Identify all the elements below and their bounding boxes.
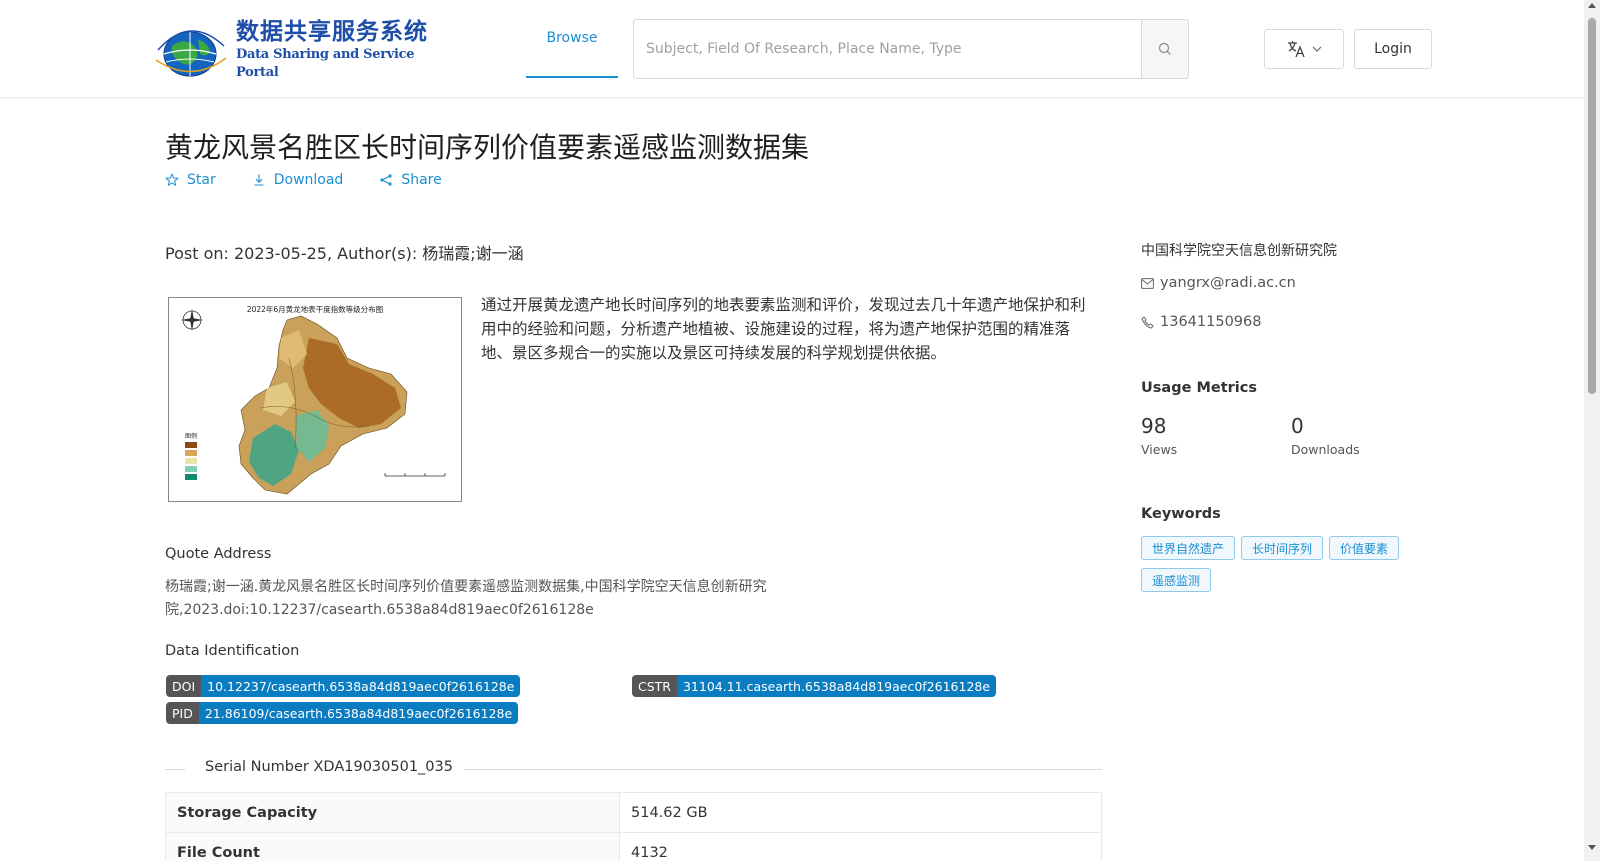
- serial-divider: Serial Number XDA19030501_035: [165, 759, 1102, 779]
- doi-badge[interactable]: DOI 10.12237/casearth.6538a84d819aec0f26…: [166, 675, 521, 697]
- downloads-metric: 0 Downloads: [1291, 414, 1360, 457]
- usage-metrics-heading: Usage Metrics: [1141, 380, 1257, 396]
- download-icon: [254, 174, 264, 186]
- views-label: Views: [1141, 442, 1178, 457]
- search-box: [633, 19, 1189, 79]
- doi-value: 10.12237/casearth.6538a84d819aec0f261612…: [201, 675, 521, 697]
- quote-heading: Quote Address: [165, 546, 272, 562]
- email-text: yangrx@radi.ac.cn: [1160, 275, 1296, 291]
- scroll-thumb[interactable]: [1588, 18, 1596, 394]
- share-label: Share: [401, 172, 442, 188]
- star-label: Star: [187, 172, 216, 188]
- search-input[interactable]: [634, 20, 1141, 78]
- nav-browse[interactable]: Browse: [526, 0, 618, 78]
- serial-number: Serial Number XDA19030501_035: [205, 759, 453, 775]
- organization-name: 中国科学院空天信息创新研究院: [1141, 243, 1337, 259]
- post-info: Post on: 2023-05-25, Author(s): 杨瑞霞;谢一涵: [165, 244, 524, 263]
- dataset-info-table: Storage Capacity 514.62 GB File Count 41…: [165, 792, 1102, 861]
- keyword-tag[interactable]: 长时间序列: [1241, 536, 1324, 560]
- star-icon: [165, 173, 179, 187]
- keyword-tag[interactable]: 世界自然遗产: [1141, 536, 1236, 560]
- scroll-up-arrow-icon[interactable]: [1584, 2, 1600, 14]
- logo-cn-text: 数据共享服务系统: [236, 18, 428, 45]
- pid-key: PID: [166, 702, 199, 724]
- table-value-cell: 4132: [619, 832, 1102, 861]
- search-icon: [1158, 42, 1171, 55]
- table-row: File Count 4132: [165, 832, 1102, 861]
- thumb-title: 2022年6月黄龙地表干度指数等级分布图: [247, 304, 383, 314]
- quote-text: 杨瑞霞;谢一涵.黄龙风景名胜区长时间序列价值要素遥感监测数据集,中国科学院空天信…: [165, 579, 767, 618]
- phone-text: 13641150968: [1160, 314, 1262, 330]
- pid-value: 21.86109/casearth.6538a84d819aec0f261612…: [198, 702, 519, 724]
- login-button[interactable]: Login: [1354, 29, 1432, 69]
- share-button[interactable]: Share: [379, 172, 442, 188]
- keyword-tag[interactable]: 价值要素: [1329, 536, 1400, 560]
- top-header: 数据共享服务系统 Data Sharing and Service Portal…: [0, 0, 1584, 98]
- site-logo[interactable]: 数据共享服务系统 Data Sharing and Service Portal: [152, 18, 440, 82]
- cstr-key: CSTR: [632, 675, 677, 697]
- views-value: 98: [1141, 414, 1167, 438]
- pid-badge[interactable]: PID 21.86109/casearth.6538a84d819aec0f26…: [166, 702, 519, 724]
- dataset-abstract: 通过开展黄龙遗产地长时间序列的地表要素监测和评价，发现过去几十年遗产地保护和利用…: [481, 296, 1086, 362]
- keyword-tag[interactable]: 遥感监测: [1141, 568, 1212, 592]
- thumb-legend-title: 图例: [185, 432, 197, 440]
- page-scrollbar[interactable]: [1584, 0, 1600, 861]
- table-header-cell: Storage Capacity: [165, 792, 620, 833]
- phone-icon: [1141, 315, 1154, 329]
- page-title: 黄龙风景名胜区长时间序列价值要素遥感监测数据集: [165, 131, 810, 164]
- share-icon: [380, 174, 392, 186]
- dataset-thumbnail[interactable]: 2022年6月黄龙地表干度指数等级分布图 图例: [168, 297, 462, 502]
- table-value-cell: 514.62 GB: [619, 792, 1102, 833]
- contact-phone: 13641150968: [1141, 314, 1261, 330]
- logo-en-text: Data Sharing and Service Portal: [236, 47, 415, 80]
- download-label: Download: [273, 172, 344, 188]
- globe-logo-icon: [152, 20, 230, 80]
- identification-heading: Data Identification: [165, 643, 300, 659]
- language-selector[interactable]: [1264, 29, 1344, 69]
- chevron-down-icon: [1312, 46, 1322, 52]
- dataset-actions: Star Download Share: [165, 172, 478, 188]
- cstr-badge[interactable]: CSTR 31104.11.casearth.6538a84d819aec0f2…: [632, 675, 997, 697]
- translate-icon: [1288, 41, 1305, 58]
- table-header-cell: File Count: [165, 832, 620, 861]
- downloads-label: Downloads: [1291, 442, 1360, 457]
- views-metric: 98 Views: [1141, 414, 1177, 457]
- scroll-down-arrow-icon[interactable]: [1584, 845, 1600, 857]
- mail-icon: [1141, 277, 1154, 289]
- cstr-value: 31104.11.casearth.6538a84d819aec0f261612…: [676, 675, 997, 697]
- download-button[interactable]: Download: [252, 172, 344, 188]
- divider-line-left: [165, 769, 185, 770]
- star-button[interactable]: Star: [165, 172, 216, 188]
- doi-key: DOI: [166, 675, 202, 697]
- keywords-heading: Keywords: [1141, 506, 1221, 522]
- contact-email[interactable]: yangrx@radi.ac.cn: [1141, 275, 1296, 291]
- table-row: Storage Capacity 514.62 GB: [165, 792, 1102, 833]
- downloads-value: 0: [1291, 414, 1304, 438]
- divider-line-right: [464, 769, 1102, 770]
- search-button[interactable]: [1141, 20, 1188, 78]
- map-legend: [185, 442, 197, 480]
